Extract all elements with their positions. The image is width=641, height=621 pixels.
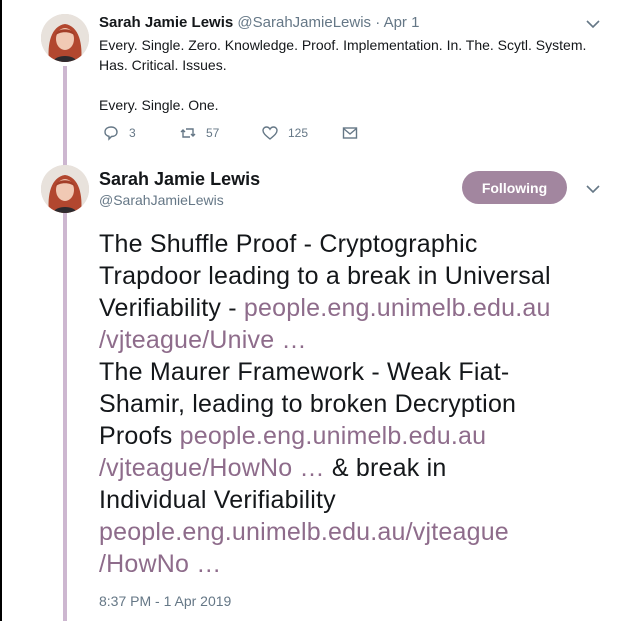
tweet-link[interactable]: people.eng.unimelb.edu.au/vjteague xyxy=(99,516,619,548)
mail-icon xyxy=(342,127,358,139)
author-handle[interactable]: @SarahJamieLewis xyxy=(99,192,224,208)
avatar[interactable] xyxy=(41,14,89,62)
tweet-text-line: The Shuffle Proof - Cryptographic xyxy=(99,230,478,258)
retweet-button[interactable]: 57 xyxy=(179,124,219,142)
tweet-text-line: Has. Critical. Issues. xyxy=(99,57,227,73)
tweet-link[interactable]: /vjteague/HowNo … xyxy=(99,454,325,482)
author-handle[interactable]: @SarahJamieLewis xyxy=(237,14,371,31)
meta-separator: · xyxy=(371,14,384,31)
tweet-link[interactable]: people.eng.unimelb.edu.au xyxy=(244,294,551,322)
tweet-text-line: Trapdoor leading to a break in Universal xyxy=(99,262,551,290)
chevron-down-icon[interactable] xyxy=(585,181,601,197)
tweet-text-line: /vjteague/HowNo … & break in xyxy=(99,452,619,484)
retweet-icon xyxy=(180,128,196,138)
reply-icon xyxy=(104,126,118,141)
reply-button[interactable]: 3 xyxy=(102,124,136,142)
tweet-link[interactable]: /vjteague/Unive … xyxy=(99,324,619,356)
tweet-text: The Shuffle Proof - Cryptographic Trapdo… xyxy=(99,228,619,580)
avatar[interactable] xyxy=(41,165,89,213)
tweet-text-line: Proofs people.eng.unimelb.edu.au xyxy=(99,420,619,452)
like-button[interactable]: 125 xyxy=(261,124,308,142)
chevron-down-icon[interactable] xyxy=(585,16,601,32)
following-button[interactable]: Following xyxy=(462,171,567,204)
tweet-text-segment: Proofs xyxy=(99,422,180,450)
tweet-text-line: Individual Verifiability xyxy=(99,486,336,514)
thread-connector-line xyxy=(63,66,67,621)
tweet-text-line: Every. Single. One. xyxy=(99,97,219,113)
window-edge xyxy=(0,0,2,621)
reply-count: 3 xyxy=(129,126,136,140)
message-button[interactable] xyxy=(341,124,359,142)
tweet-text-line: Verifiability - people.eng.unimelb.edu.a… xyxy=(99,292,619,324)
tweet-link[interactable]: people.eng.unimelb.edu.au xyxy=(180,422,487,450)
tweet-link[interactable]: /HowNo … xyxy=(99,548,619,580)
tweet-text-segment: & break in xyxy=(324,454,447,482)
tweet-timestamp[interactable]: 8:37 PM - 1 Apr 2019 xyxy=(99,593,231,609)
heart-icon xyxy=(262,126,278,140)
tweet-header: Sarah Jamie Lewis @SarahJamieLewis · Apr… xyxy=(99,14,419,31)
author-name[interactable]: Sarah Jamie Lewis xyxy=(99,14,233,31)
tweet-text-line: Every. Single. Zero. Knowledge. Proof. I… xyxy=(99,37,587,53)
tweet-text-line: Shamir, leading to broken Decryption xyxy=(99,390,517,418)
author-name[interactable]: Sarah Jamie Lewis xyxy=(99,169,260,190)
like-count: 125 xyxy=(288,126,309,140)
retweet-count: 57 xyxy=(206,126,220,140)
tweet-text: Every. Single. Zero. Knowledge. Proof. I… xyxy=(99,35,609,115)
tweet-text-line: The Maurer Framework - Weak Fiat- xyxy=(99,358,510,386)
tweet-date[interactable]: Apr 1 xyxy=(384,14,420,31)
tweet-text-segment: Verifiability - xyxy=(99,294,244,322)
